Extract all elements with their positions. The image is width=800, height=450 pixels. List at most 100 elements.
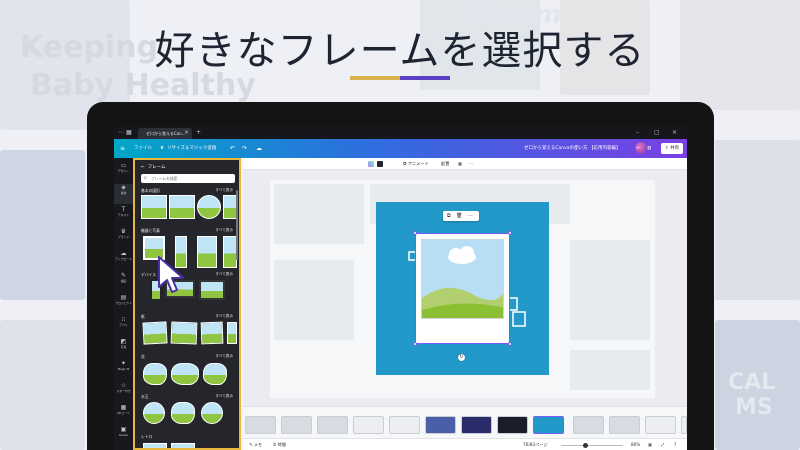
share-button[interactable]: ⇪ 共有 bbox=[661, 143, 683, 154]
frame-thumb-flower[interactable] bbox=[171, 363, 199, 385]
page-thumb[interactable] bbox=[389, 416, 420, 434]
page-thumb[interactable] bbox=[497, 416, 528, 434]
notes-button[interactable]: ✎ メモ bbox=[249, 439, 262, 450]
see-all-link[interactable]: すべて表示 bbox=[215, 272, 233, 277]
color-swatch[interactable] bbox=[377, 161, 383, 167]
rail-item-label: 素材 bbox=[120, 191, 127, 195]
animate-button[interactable]: ✪ アニメート bbox=[403, 158, 429, 170]
page-thumb[interactable] bbox=[461, 416, 492, 434]
frame-thumb-tall[interactable] bbox=[223, 236, 237, 268]
frame-thumb-flower[interactable] bbox=[203, 363, 227, 385]
frame-thumb-monitor[interactable] bbox=[199, 280, 225, 300]
frame-thumb-dot[interactable] bbox=[143, 402, 165, 424]
fullscreen-icon[interactable]: ⤢ bbox=[661, 439, 664, 450]
page-thumb[interactable] bbox=[609, 416, 640, 434]
page-thumb-selected[interactable] bbox=[533, 416, 564, 434]
see-all-link[interactable]: すべて表示 bbox=[215, 188, 233, 193]
frame-thumb-circle[interactable] bbox=[197, 195, 221, 219]
stats-icon[interactable]: ▥ bbox=[647, 139, 651, 158]
frame-thumb-paper[interactable] bbox=[200, 321, 224, 345]
page-thumb[interactable] bbox=[353, 416, 384, 434]
frame-thumb-dot[interactable] bbox=[201, 402, 223, 424]
frame-thumb-paper[interactable] bbox=[170, 321, 198, 345]
page-thumb[interactable] bbox=[317, 416, 348, 434]
more-icon[interactable]: ⋯ bbox=[469, 158, 473, 170]
position-button[interactable]: 配置 bbox=[441, 158, 449, 170]
rail-item-2[interactable]: T テキスト bbox=[114, 206, 133, 226]
frame-thumb-flower[interactable] bbox=[143, 363, 167, 385]
rail-item-12[interactable]: ▣ Pexels bbox=[114, 426, 133, 446]
selected-frame[interactable] bbox=[413, 231, 512, 346]
rotate-handle[interactable]: ↻ bbox=[458, 354, 465, 361]
see-all-link[interactable]: すべて表示 bbox=[215, 394, 233, 399]
rail-item-1[interactable]: ◈ 素材 bbox=[114, 184, 133, 204]
rail-item-0[interactable]: ▭ デザイン bbox=[114, 162, 133, 182]
zoom-slider[interactable] bbox=[561, 445, 623, 446]
page-thumb[interactable] bbox=[281, 416, 312, 434]
add-page-button[interactable] bbox=[681, 416, 687, 434]
page-thumb[interactable] bbox=[245, 416, 276, 434]
section-title: 花 bbox=[141, 354, 145, 359]
frame-decor-rect bbox=[512, 311, 526, 327]
panel-scrollbar[interactable] bbox=[236, 190, 238, 260]
frame-thumb-photo[interactable] bbox=[197, 236, 217, 268]
rail-item-6[interactable]: ▤ プロジェクト bbox=[114, 294, 133, 314]
see-all-link[interactable]: すべて表示 bbox=[215, 228, 233, 233]
rail-item-4[interactable]: ☁ アップロード bbox=[114, 250, 133, 270]
rail-item-5[interactable]: ✎ 描画 bbox=[114, 272, 133, 292]
redo-icon[interactable]: ↷ bbox=[242, 139, 247, 158]
rail-item-8[interactable]: ◩ 写真 bbox=[114, 338, 133, 358]
frame-thumb-dot[interactable] bbox=[171, 402, 195, 424]
see-all-link[interactable]: すべて表示 bbox=[215, 314, 233, 319]
frame-search-input[interactable]: ⌕ フレームを検索 bbox=[141, 174, 235, 183]
color-swatch[interactable] bbox=[368, 161, 374, 167]
resize-handle[interactable] bbox=[413, 231, 417, 235]
page-thumb[interactable] bbox=[573, 416, 604, 434]
new-tab-icon[interactable]: + bbox=[196, 126, 201, 139]
rail-item-label: アップロード bbox=[115, 257, 132, 261]
back-icon[interactable]: ← bbox=[141, 165, 145, 170]
grid-icon[interactable]: ⋯ bbox=[118, 126, 124, 139]
zoom-slider-knob[interactable] bbox=[583, 442, 588, 448]
page-thumb[interactable] bbox=[645, 416, 676, 434]
close-icon[interactable]: × bbox=[184, 126, 189, 139]
frame-thumb-retro[interactable] bbox=[143, 443, 167, 448]
resize-menu[interactable]: リサイズ＆マジック変換 bbox=[167, 139, 216, 158]
cloud-save-icon[interactable]: ☁ bbox=[256, 139, 262, 158]
hamburger-icon[interactable]: ≡ bbox=[120, 139, 125, 158]
rail-item-7[interactable]: ⁝⁝ アプリ bbox=[114, 316, 133, 336]
grid-view-icon[interactable]: ▦ bbox=[648, 439, 652, 450]
resize-handle[interactable] bbox=[508, 342, 512, 346]
undo-icon[interactable]: ↶ bbox=[230, 139, 235, 158]
rail-item-11[interactable]: ▦ QRコード bbox=[114, 404, 133, 424]
apps-icon[interactable]: ▦ bbox=[126, 126, 132, 139]
rail-item-10[interactable]: ☆ スター付き bbox=[114, 382, 133, 402]
frame-thumb-retro[interactable] bbox=[171, 443, 195, 448]
see-all-link[interactable]: すべて表示 bbox=[215, 354, 233, 359]
frame-thumb-rect[interactable] bbox=[169, 195, 195, 219]
resize-handle[interactable] bbox=[508, 231, 512, 235]
resize-handle[interactable] bbox=[413, 342, 417, 346]
document-title[interactable]: ゼロから覚えるCanvaの使い方 【応用内容編】 bbox=[524, 139, 620, 158]
frame-thumb-more[interactable] bbox=[223, 195, 237, 219]
file-menu[interactable]: ファイル bbox=[134, 139, 152, 158]
floating-toolbar[interactable]: ⧉ 🗑 ⋯ bbox=[443, 211, 479, 221]
help-icon[interactable]: ? bbox=[674, 439, 676, 450]
frame-thumb-square[interactable] bbox=[141, 195, 167, 219]
rail-item-9[interactable]: ✦ Magic M bbox=[114, 360, 133, 380]
rail-item-label: プロジェクト bbox=[115, 301, 132, 305]
timer-button[interactable]: ⏱ 時間 bbox=[273, 439, 286, 450]
maximize-icon[interactable]: ▢ bbox=[654, 126, 660, 139]
bg-text: CAL bbox=[728, 370, 776, 395]
add-user-icon[interactable]: + bbox=[636, 139, 640, 158]
transparency-icon[interactable]: ▦ bbox=[458, 158, 462, 170]
status-bar: ✎ メモ ⏱ 時間 76/83ページ 80% ▦ ⤢ ? bbox=[243, 438, 687, 450]
frame-thumb-paper[interactable] bbox=[227, 322, 237, 344]
frame-thumb-paper[interactable] bbox=[142, 321, 168, 345]
zoom-level[interactable]: 80% bbox=[631, 439, 640, 450]
window-close-icon[interactable]: × bbox=[672, 126, 677, 139]
page-count[interactable]: 76/83ページ bbox=[523, 439, 548, 450]
minimize-icon[interactable]: – bbox=[636, 126, 639, 139]
rail-item-3[interactable]: ♛ ブランド bbox=[114, 228, 133, 248]
page-thumb[interactable] bbox=[425, 416, 456, 434]
